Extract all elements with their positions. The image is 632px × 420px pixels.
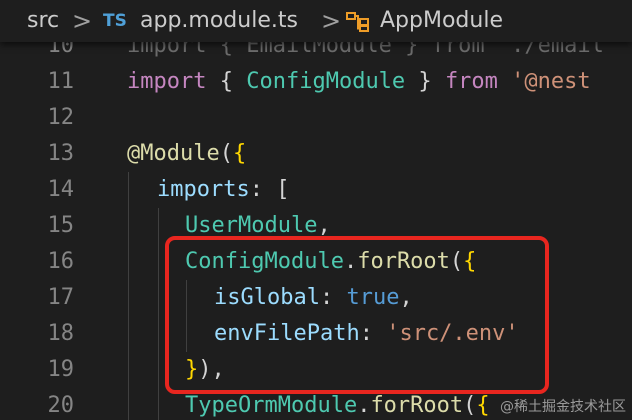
line-number: 19 [47,357,75,382]
code-line[interactable]: imports: [ [157,172,289,208]
typescript-file-icon: TS [103,11,127,31]
breadcrumb-separator: > [321,7,342,35]
code-editor[interactable]: src > TS app.module.ts > AppModule 10 11… [0,0,632,420]
line-number: 16 [47,249,75,274]
property: imports [157,177,250,202]
indent-guide [128,172,129,420]
breadcrumb-folder[interactable]: src [27,0,59,42]
watermark: @稀土掘金技术社区 [500,399,626,415]
line-number: 14 [47,177,75,202]
keyword: import [127,69,207,94]
indent-guide [158,208,159,420]
line-number: 17 [47,285,75,310]
code-line[interactable]: @Module({ [127,136,246,172]
punctuation: ( [463,393,477,418]
line-number: 20 [47,393,75,418]
punctuation: : [ [249,177,290,202]
line-number: 11 [47,69,75,94]
identifier: UserModule [185,213,318,238]
method: forRoot [370,393,464,418]
code-line[interactable]: import { ConfigModule } from '@nest [127,64,591,100]
line-number: 12 [47,105,75,130]
string: '@nest [497,69,591,94]
identifier: TypeOrmModule [185,393,358,418]
line-number: 15 [47,213,75,238]
punctuation: } [405,69,445,94]
highlight-annotation [165,236,549,394]
breadcrumb-file[interactable]: app.module.ts [140,0,298,42]
class-symbol-icon [346,12,369,32]
breadcrumb: src > TS app.module.ts > AppModule [0,0,632,42]
punctuation: , [317,213,331,238]
line-number: 18 [47,321,75,346]
brace: { [476,393,490,418]
decorator: @Module [127,141,220,166]
punctuation: { [206,69,247,94]
punctuation: . [357,393,371,418]
keyword: from [444,69,498,94]
brace: { [232,141,247,166]
identifier: ConfigModule [246,69,406,94]
punctuation: ( [219,141,233,166]
breadcrumb-symbol[interactable]: AppModule [380,0,503,42]
line-number: 13 [47,141,75,166]
breadcrumb-separator: > [72,7,93,35]
